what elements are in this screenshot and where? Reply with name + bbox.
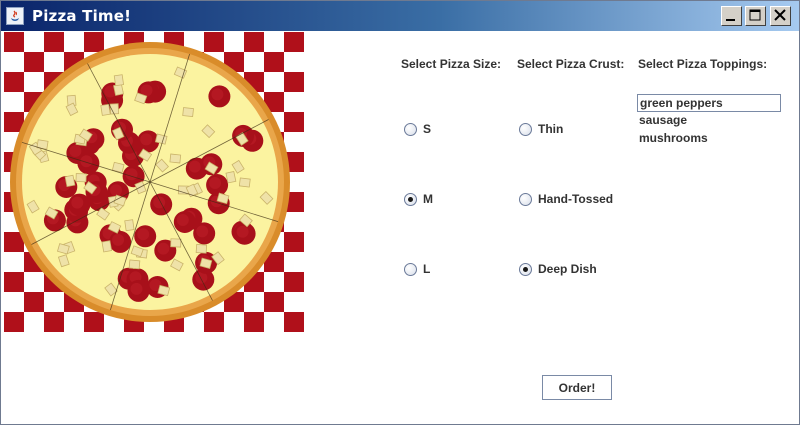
title-bar[interactable]: Pizza Time! <box>1 1 799 31</box>
topping-mushrooms[interactable]: mushrooms <box>637 130 781 148</box>
crust-thin-label: Thin <box>538 122 564 136</box>
toppings-list[interactable]: green peppers sausage mushrooms <box>637 94 781 148</box>
crust-hand-tossed-radio[interactable] <box>519 193 532 206</box>
toppings-heading: Select Pizza Toppings: <box>638 57 768 71</box>
pizza-illustration <box>4 32 304 332</box>
crust-deep-dish-radio[interactable] <box>519 263 532 276</box>
maximize-button[interactable] <box>745 6 766 26</box>
crust-hand-tossed-label: Hand-Tossed <box>538 192 614 206</box>
crust-deep-dish-label: Deep Dish <box>538 262 597 276</box>
minimize-button[interactable] <box>721 6 742 26</box>
topping-green-peppers[interactable]: green peppers <box>637 94 781 112</box>
size-m-radio[interactable] <box>404 193 417 206</box>
crust-heading: Select Pizza Crust: <box>517 57 625 71</box>
java-app-icon[interactable] <box>6 7 24 25</box>
size-l-radio[interactable] <box>404 263 417 276</box>
crust-thin-radio[interactable] <box>519 123 532 136</box>
window-title: Pizza Time! <box>32 7 132 25</box>
maximize-icon <box>749 9 761 21</box>
size-m-label: M <box>423 192 433 206</box>
size-l-label: L <box>423 262 431 276</box>
topping-sausage[interactable]: sausage <box>637 112 781 130</box>
size-heading: Select Pizza Size: <box>401 57 502 71</box>
pizza-image <box>4 32 304 332</box>
size-s-radio[interactable] <box>404 123 417 136</box>
app-window: Pizza Time! Select Pizza Size: Select Pi… <box>0 0 800 425</box>
size-s-label: S <box>423 122 432 136</box>
close-button[interactable] <box>770 6 791 26</box>
minimize-icon <box>726 19 735 21</box>
order-button[interactable]: Order! <box>542 375 612 400</box>
close-icon <box>774 9 786 21</box>
